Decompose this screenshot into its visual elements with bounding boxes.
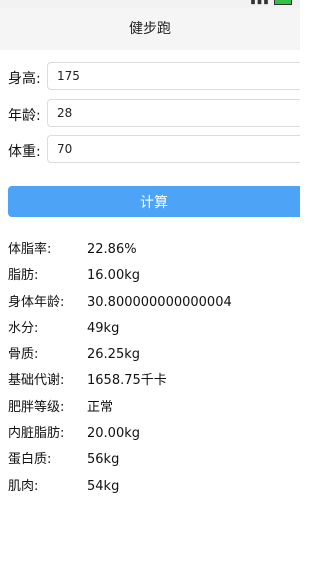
result-value: 54kg [87,478,120,494]
result-label: 身体年龄: [8,294,65,310]
result-label: 肌肉: [8,478,39,494]
status-icons: ▮▮▮ [250,0,292,6]
result-row-protein: 蛋白质: 56kg [0,450,300,476]
age-input[interactable] [47,99,300,127]
result-row-muscle: 肌肉: 54kg [0,477,300,503]
result-row-visceral-fat: 内脏脂肪: 20.00kg [0,424,300,450]
result-value: 16.00kg [87,268,140,284]
result-label: 蛋白质: [8,452,52,468]
result-label: 水分: [8,320,39,336]
height-label: 身高: [8,71,41,87]
height-input[interactable] [47,62,300,90]
result-row-bmr: 基础代谢: 1658.75千卡 [0,371,300,397]
weight-label: 体重: [8,144,41,160]
result-value: 22.86% [87,242,137,257]
result-value: 20.00kg [87,426,140,442]
weight-row: 体重: [0,135,300,165]
result-label: 内脏脂肪: [8,426,65,442]
result-row-fat: 脂肪: 16.00kg [0,266,300,292]
result-row-body-fat-rate: 体脂率: 22.86% [0,240,300,266]
result-value: 56kg [87,452,120,468]
result-value: 49kg [87,320,120,336]
result-value: 30.800000000000004 [87,294,232,310]
result-label: 骨质: [8,347,39,363]
battery-icon [274,0,292,5]
result-value: 正常 [87,399,114,415]
weight-input[interactable] [47,135,300,163]
nav-bar: 健步跑 [0,8,300,50]
result-value: 26.25kg [87,347,140,363]
result-value: 1658.75千卡 [87,373,167,389]
calculate-button[interactable]: 计算 [8,186,300,217]
result-label: 肥胖等级: [8,399,65,415]
results-list: 体脂率: 22.86% 脂肪: 16.00kg 身体年龄: 30.8000000… [0,240,300,503]
age-row: 年龄: [0,99,300,129]
height-row: 身高: [0,62,300,92]
age-label: 年龄: [8,108,41,124]
result-label: 脂肪: [8,268,39,284]
result-label: 体脂率: [8,242,52,257]
result-row-water: 水分: 49kg [0,319,300,345]
page-title: 健步跑 [129,21,171,37]
status-bar: ▮▮▮ [0,0,300,8]
signal-icon: ▮▮▮ [250,0,270,6]
result-row-obesity-level: 肥胖等级: 正常 [0,398,300,424]
result-row-bone: 骨质: 26.25kg [0,345,300,371]
result-row-body-age: 身体年龄: 30.800000000000004 [0,293,300,319]
result-label: 基础代谢: [8,373,65,389]
